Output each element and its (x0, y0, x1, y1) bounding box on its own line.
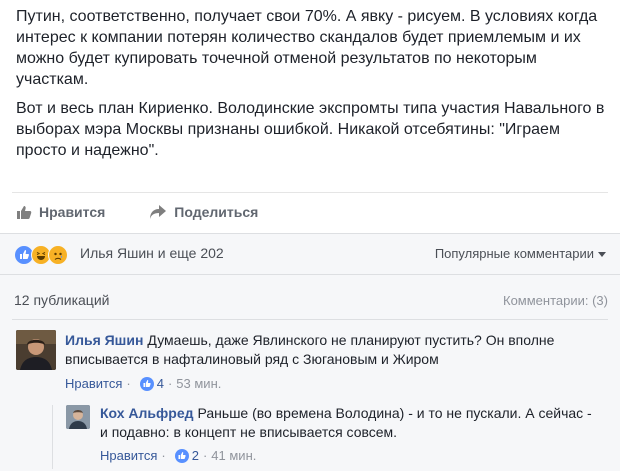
comment-like-count[interactable]: 4 (157, 376, 164, 391)
comment-time[interactable]: 41 мин. (211, 448, 256, 463)
comment-like-button[interactable]: Нравится (65, 376, 122, 391)
comment-like-count[interactable]: 2 (192, 448, 199, 463)
separator-dot: · (167, 376, 173, 391)
separator-dot: · (161, 448, 166, 463)
comment-author[interactable]: Кох Альфред (100, 405, 194, 421)
reply-comment: Кох Альфред Раньше (во времена Володина) … (66, 402, 606, 467)
reactions-bar: Илья Яшин и еще 202 Популярные комментар… (0, 233, 620, 275)
reply-thread-line (52, 405, 53, 469)
like-button[interactable]: Нравится (16, 204, 105, 220)
avatar[interactable] (66, 405, 90, 429)
sad-reaction-icon (48, 245, 68, 265)
comment-time[interactable]: 53 мин. (176, 376, 221, 391)
comment-like-button[interactable]: Нравится (100, 448, 157, 463)
share-label: Поделиться (174, 204, 259, 220)
sort-label: Популярные комментарии (434, 246, 594, 261)
like-label: Нравится (39, 204, 106, 220)
post-paragraph: Вот и весь план Кириенко. Володинские эк… (16, 100, 605, 159)
post-text: Путин, соответственно, получает свои 70%… (16, 6, 611, 169)
post-card: Путин, соответственно, получает свои 70%… (0, 0, 620, 233)
avatar[interactable] (16, 330, 56, 370)
divider (12, 192, 608, 193)
divider (12, 319, 608, 320)
comment-author[interactable]: Илья Яшин (65, 332, 143, 348)
comments-section: 12 публикаций Комментарии: (3) Илья Яшин… (0, 275, 620, 471)
publications-count[interactable]: 12 публикаций (14, 292, 109, 308)
like-badge-icon (139, 376, 154, 391)
share-button[interactable]: Поделиться (149, 204, 258, 220)
sort-dropdown[interactable]: Популярные комментарии (435, 246, 606, 261)
separator-dot: · (126, 376, 131, 391)
comment-meta: Нравится · 4 · 53 мин. (65, 376, 221, 391)
share-arrow-icon (150, 205, 167, 219)
reaction-icons[interactable] (14, 245, 68, 265)
post-actions: Нравится Поделиться (16, 200, 302, 224)
chevron-down-icon (598, 252, 606, 258)
comment-meta: Нравится · 2 · 41 мин. (100, 448, 256, 463)
reaction-summary[interactable]: Илья Яшин и еще 202 (80, 245, 224, 261)
comment-body: Илья Яшин Думаешь, даже Явлинского не пла… (65, 331, 595, 369)
comment-body: Кох Альфред Раньше (во времена Володина) … (100, 404, 600, 442)
separator-dot: · (202, 448, 208, 463)
like-badge-icon (174, 448, 189, 463)
comments-count: Комментарии: (3) (503, 293, 608, 308)
post-paragraph: Путин, соответственно, получает свои 70%… (16, 8, 598, 88)
thumbs-up-icon (17, 206, 32, 219)
comment: Илья Яшин Думаешь, даже Явлинского не пла… (16, 330, 606, 395)
